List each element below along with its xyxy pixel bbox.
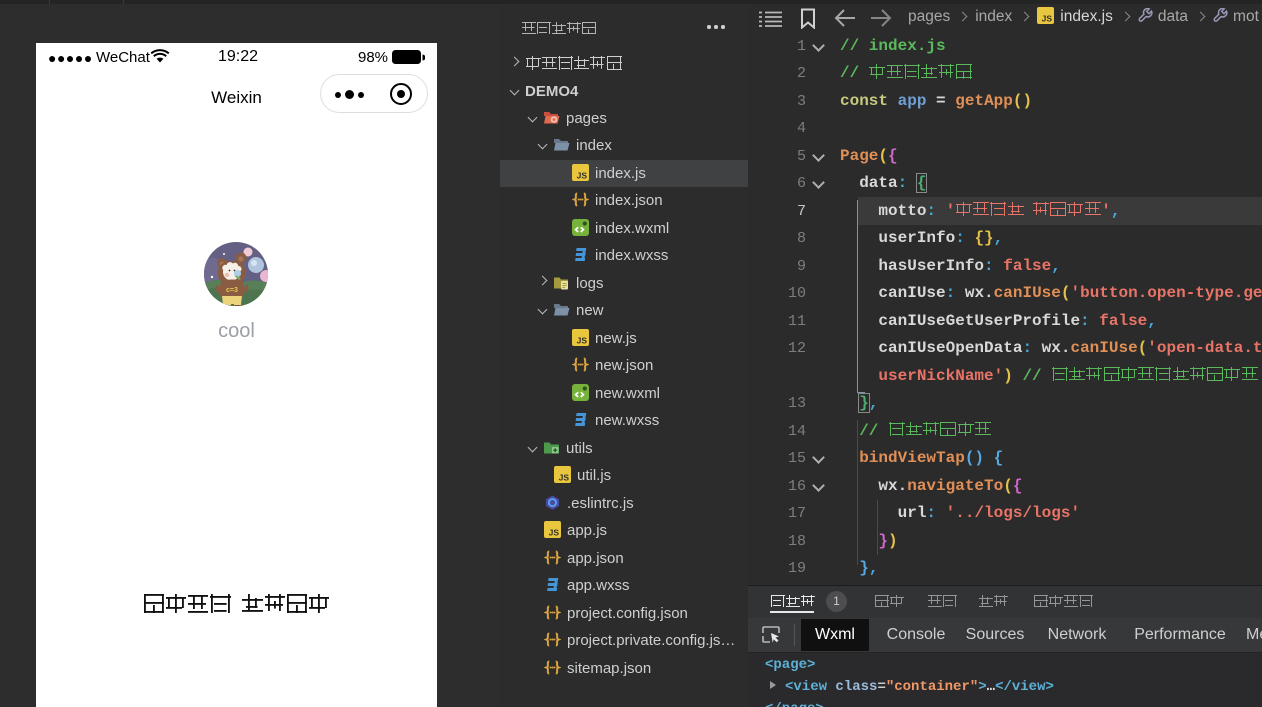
svg-text:JS: JS (1042, 14, 1053, 24)
svg-text:JS: JS (549, 528, 560, 538)
svg-text:c=3: c=3 (226, 287, 238, 294)
svg-text:JS: JS (577, 170, 588, 180)
svg-text:JS: JS (577, 335, 588, 345)
svg-text:JS: JS (559, 473, 570, 483)
